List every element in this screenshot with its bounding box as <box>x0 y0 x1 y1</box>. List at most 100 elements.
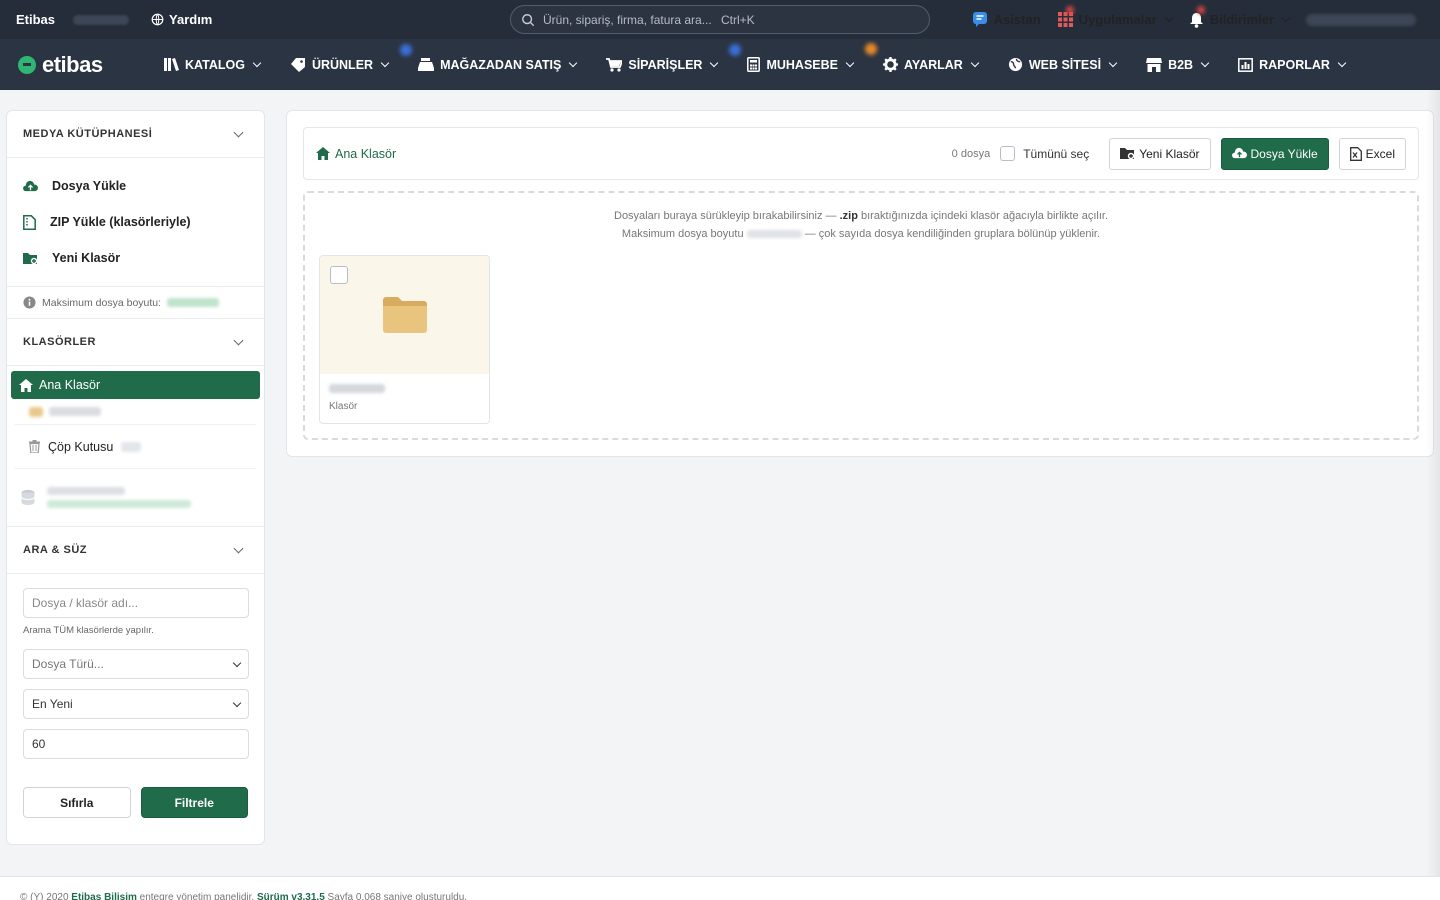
trash-folder[interactable]: Çöp Kutusu <box>15 425 256 469</box>
excel-button[interactable]: Excel <box>1338 137 1406 170</box>
select-all-checkbox[interactable] <box>1000 146 1016 161</box>
nav-settings[interactable]: AYARLAR <box>883 57 980 72</box>
chevron-down-icon <box>1164 13 1173 23</box>
drop-text: — çok sayıda dosya kendiliğinden gruplar… <box>801 228 1101 240</box>
nav-reports[interactable]: RAPORLAR <box>1238 58 1347 72</box>
folder-plus-icon <box>1120 148 1135 160</box>
nav-products[interactable]: ÜRÜNLER <box>290 43 413 72</box>
folder-card[interactable]: Klasör <box>319 255 490 424</box>
drop-zone[interactable]: Dosyaları buraya sürükleyip bırakabilirs… <box>303 191 1419 440</box>
nav-label: MAĞAZADAN SATIŞ <box>440 57 562 72</box>
file-type-value: Dosya Türü... <box>32 657 104 671</box>
nav-website[interactable]: WEB SİTESİ <box>1008 57 1118 72</box>
top-right-menu: Asistan Uygulamalar Bildirimler <box>972 0 1440 39</box>
media-panel: Ana Klasör 0 dosya Tümünü seç Yeni Klasö… <box>286 110 1434 457</box>
logo-text: etibas <box>42 51 103 77</box>
breadcrumb-label: Ana Klasör <box>335 146 397 161</box>
home-icon <box>316 147 330 160</box>
excel-icon <box>1349 146 1362 161</box>
drop-text: bıraktığınızda içindeki klasör ağacıyla … <box>857 210 1108 222</box>
search-input[interactable] <box>543 12 713 27</box>
cart-icon <box>606 57 623 72</box>
filter-button[interactable]: Filtrele <box>140 787 248 818</box>
footer-text: Sayfa 0.068 saniye oluşturuldu. <box>324 892 468 900</box>
upload-button[interactable]: Dosya Yükle <box>1220 137 1329 170</box>
filter-header[interactable]: ARA & SÜZ <box>7 527 264 574</box>
notifications-menu[interactable]: Bildirimler <box>1189 5 1291 28</box>
media-library-header[interactable]: MEDYA KÜTÜPHANESİ <box>7 111 264 158</box>
footer-text: entegre yönetim panelidir. <box>136 892 257 900</box>
per-page-field[interactable]: 60 <box>23 729 249 759</box>
folder-card-checkbox[interactable] <box>330 266 348 284</box>
nav-catalog[interactable]: KATALOG <box>164 57 262 72</box>
footer-text: © (Y) 2020 <box>20 892 72 900</box>
per-page-value: 60 <box>32 737 46 751</box>
breadcrumb[interactable]: Ana Klasör <box>316 147 396 161</box>
search-shortcut: Ctrl+K <box>721 12 755 27</box>
global-search[interactable]: Ctrl+K <box>510 5 930 34</box>
trash-count <box>121 441 142 452</box>
action-label: Yeni Klasör <box>52 251 121 265</box>
chevron-down-icon <box>1281 13 1291 23</box>
logo[interactable]: etibas <box>18 52 164 78</box>
main-nav: etibas KATALOG ÜRÜNLER MAĞAZADAN SATIŞ S… <box>0 39 1440 90</box>
nav-label: AYARLAR <box>904 57 963 72</box>
assistant-button[interactable]: Asistan <box>972 11 1041 28</box>
footer: © (Y) 2020 Etibas Bilişim entegre yöneti… <box>0 877 1440 900</box>
sort-select[interactable]: En Yeni <box>23 689 249 719</box>
nav-badge <box>865 43 877 55</box>
nav-store-sales[interactable]: MAĞAZADAN SATIŞ <box>418 57 578 72</box>
chevron-down-icon <box>233 543 244 554</box>
logo-mark-icon <box>18 55 36 74</box>
reset-button[interactable]: Sıfırla <box>23 787 131 818</box>
folder-name <box>329 384 385 393</box>
select-all-label: Tümünü seç <box>1023 146 1090 161</box>
info-icon <box>23 296 36 309</box>
nav-label: WEB SİTESİ <box>1028 57 1102 72</box>
user-menu[interactable] <box>1306 13 1416 26</box>
company-link[interactable]: Etibas Bilişim <box>71 892 137 900</box>
nav-orders[interactable]: SİPARİŞLER <box>606 43 742 72</box>
grid-icon <box>1057 12 1073 27</box>
brand-name[interactable]: Etibas <box>16 12 55 27</box>
apps-menu[interactable]: Uygulamalar <box>1057 6 1173 27</box>
store-selector[interactable] <box>73 14 130 25</box>
help-link[interactable]: Yardım <box>151 12 212 27</box>
cash-register-icon <box>418 58 435 71</box>
nav-label: KATALOG <box>185 57 245 72</box>
button-label: Yeni Klasör <box>1139 146 1200 161</box>
notifications-label: Bildirimler <box>1209 12 1274 27</box>
search-hint: Arama TÜM klasörlerde yapılır. <box>23 625 154 636</box>
new-folder-action[interactable]: Yeni Klasör <box>7 240 264 276</box>
section-title: ARA & SÜZ <box>23 544 87 556</box>
nav-b2b[interactable]: B2B <box>1146 57 1210 72</box>
database-icon <box>21 490 35 505</box>
name-search-field[interactable] <box>23 588 249 618</box>
folder-item-root[interactable]: Ana Klasör <box>11 371 260 399</box>
folder-item[interactable] <box>15 399 256 425</box>
search-icon <box>522 13 535 26</box>
chevron-down-icon <box>252 58 262 68</box>
name-search-input[interactable] <box>32 596 240 610</box>
version-link[interactable]: Sürüm v3.31.5 <box>257 892 325 900</box>
sort-value: En Yeni <box>32 697 73 711</box>
media-toolbar: Ana Klasör 0 dosya Tümünü seç Yeni Klasö… <box>303 127 1419 180</box>
folders-header[interactable]: KLASÖRLER <box>7 319 264 366</box>
books-icon <box>164 58 179 71</box>
action-label: Dosya Yükle <box>52 179 127 193</box>
folder-icon <box>382 297 427 333</box>
nav-badge <box>400 43 413 56</box>
select-all[interactable]: Tümünü seç <box>1000 146 1089 161</box>
folder-label <box>49 407 101 416</box>
upload-zip-action[interactable]: ZIP Yükle (klasörleriyle) <box>7 204 264 240</box>
chat-icon <box>972 12 987 27</box>
filter-form: Arama TÜM klasörlerde yapılır. Dosya Tür… <box>7 574 264 818</box>
button-label: Excel <box>1365 146 1395 161</box>
new-folder-button[interactable]: Yeni Klasör <box>1109 137 1211 170</box>
file-count: 0 dosya <box>951 147 991 160</box>
nav-label: B2B <box>1168 57 1194 72</box>
nav-accounting[interactable]: MUHASEBE <box>747 43 877 72</box>
file-type-select[interactable]: Dosya Türü... <box>23 649 249 679</box>
upload-file-action[interactable]: Dosya Yükle <box>7 168 264 204</box>
nav-label: MUHASEBE <box>766 57 838 72</box>
